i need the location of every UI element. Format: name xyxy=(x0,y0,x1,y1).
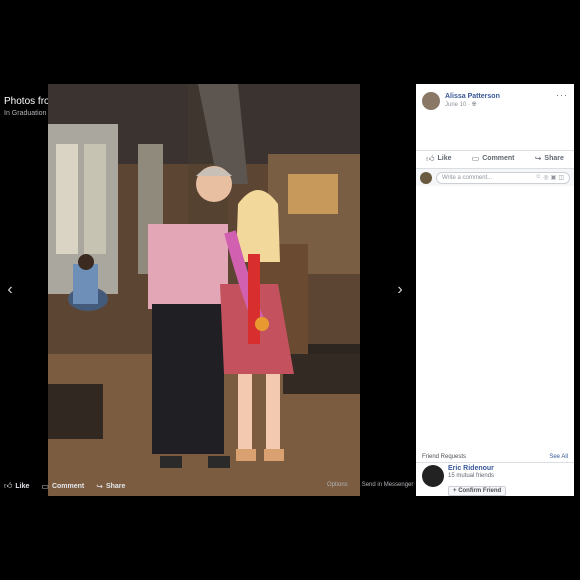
friend-requests-title: Friend Requests xyxy=(422,454,467,460)
friend-request-item: Eric Ridenour 15 mutual friends + Confir… xyxy=(422,465,507,497)
confirm-label: Confirm Friend xyxy=(458,488,502,494)
thumbs-up-icon: 👍︎ xyxy=(426,153,435,163)
comment-icon: ▭ xyxy=(41,481,49,491)
main-photo xyxy=(48,84,360,496)
comment-composer: Write a comment... ☺ ◎ ▣ ◫ xyxy=(416,168,574,186)
theater-actions: 👍︎ Like ▭ Comment ↪ Share xyxy=(4,481,125,491)
author-row: Alissa Patterson June 10 · 🌐︎ xyxy=(422,92,500,110)
comment-placeholder: Write a comment... xyxy=(442,174,493,181)
author-name[interactable]: Alissa Patterson xyxy=(445,93,500,100)
gif-icon[interactable]: ▣ xyxy=(551,174,557,181)
next-photo-button[interactable]: › xyxy=(392,280,408,300)
current-user-avatar xyxy=(420,171,432,184)
friend-requests-header: Friend Requests See All xyxy=(422,454,568,460)
requester-avatar[interactable] xyxy=(422,465,444,487)
divider xyxy=(416,462,574,463)
theater-share-button[interactable]: ↪ Share xyxy=(96,481,125,491)
comment-label: Comment xyxy=(51,482,85,490)
comment-label: Comment xyxy=(482,155,515,162)
share-label: Share xyxy=(544,155,564,162)
add-friend-icon: + xyxy=(453,488,457,494)
theater-like-button[interactable]: 👍︎ Like xyxy=(4,481,29,491)
camera-icon[interactable]: ◎ xyxy=(543,174,548,181)
sticker-icon[interactable]: ◫ xyxy=(558,174,564,181)
requester-name[interactable]: Eric Ridenour xyxy=(448,465,506,472)
globe-icon: 🌐︎ xyxy=(471,102,477,108)
comment-attach-icons: ☺ ◎ ▣ ◫ xyxy=(535,174,564,181)
see-all-link[interactable]: See All xyxy=(549,454,568,460)
emoji-icon[interactable]: ☺ xyxy=(535,174,541,181)
album-prefix: In xyxy=(4,110,10,117)
share-label: Share xyxy=(105,482,126,490)
previous-photo-button[interactable]: ‹ xyxy=(2,280,18,300)
post-date[interactable]: June 10 · xyxy=(445,102,470,108)
post-meta: June 10 · 🌐︎ xyxy=(445,102,500,109)
comment-icon: ▭ xyxy=(471,154,480,163)
comment-input[interactable]: Write a comment... ☺ ◎ ▣ ◫ xyxy=(436,171,570,184)
reaction-bar: 👍︎ Like ▭ Comment ↪ Share xyxy=(416,150,574,166)
photo-theater: Photos from Alissa Patterson's post In G… xyxy=(0,84,414,496)
like-button[interactable]: 👍︎ Like xyxy=(426,154,451,164)
options-link[interactable]: Options xyxy=(327,482,348,488)
confirm-friend-button[interactable]: + Confirm Friend xyxy=(448,486,507,496)
theater-comment-button[interactable]: ▭ Comment xyxy=(41,481,84,491)
more-options-icon[interactable]: ··· xyxy=(556,90,568,100)
mutual-friends[interactable]: 15 mutual friends xyxy=(448,473,506,479)
album-link[interactable]: Graduation xyxy=(12,110,47,117)
share-icon: ↪ xyxy=(534,154,542,163)
send-in-messenger-link[interactable]: Send in Messenger xyxy=(362,482,414,488)
photo-image xyxy=(48,84,360,496)
share-icon: ↪ xyxy=(96,481,103,491)
like-label: Like xyxy=(437,155,452,162)
post-side-panel: Alissa Patterson June 10 · 🌐︎ ··· 👍︎ Lik… xyxy=(416,84,574,496)
author-avatar[interactable] xyxy=(422,92,440,110)
comment-button[interactable]: ▭ Comment xyxy=(472,154,515,163)
thumbs-up-icon: 👍︎ xyxy=(4,481,13,490)
theater-extra-actions: Options Send in Messenger xyxy=(327,482,413,488)
share-button[interactable]: ↪ Share xyxy=(535,154,564,163)
like-label: Like xyxy=(15,482,30,490)
